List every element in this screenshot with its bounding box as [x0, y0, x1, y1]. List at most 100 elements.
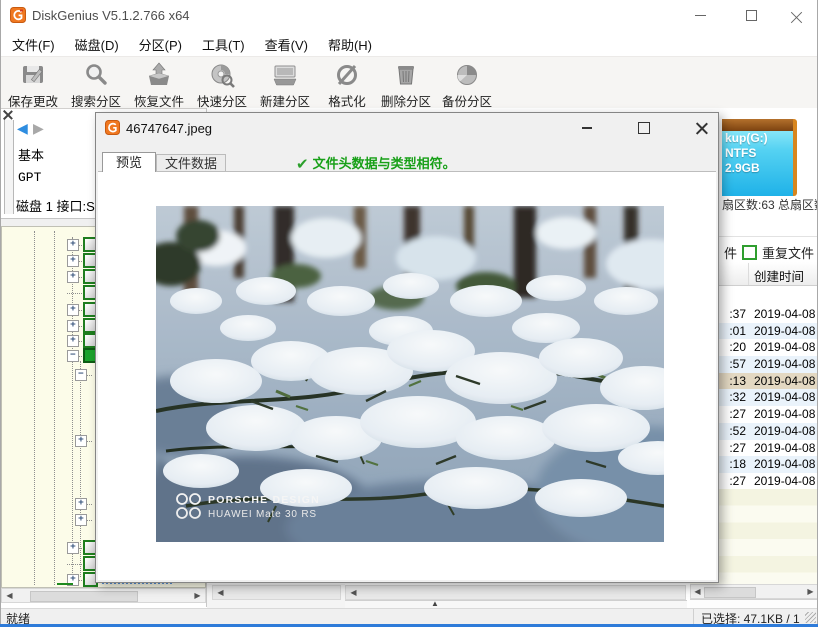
file-date: 2019-04-08 [754, 306, 815, 323]
tree-expand-toggle[interactable] [75, 498, 87, 510]
new-partition-icon [254, 59, 316, 91]
partition-box-g[interactable]: kup(G:) NTFS 2.9GB [722, 119, 797, 196]
file-time: :27 [716, 473, 746, 490]
file-time: :01 [716, 323, 746, 340]
recover-files-label: 恢复文件 [128, 91, 190, 110]
resize-grip-icon[interactable] [805, 612, 816, 623]
file-time: :27 [716, 440, 746, 457]
tree-expand-toggle[interactable] [67, 271, 79, 283]
tab-preview[interactable]: 预览 [102, 152, 156, 172]
dialog-minimize-button[interactable] [570, 117, 604, 139]
scroll-right-icon[interactable]: ▶ [191, 590, 204, 601]
tree-selection-mark [57, 583, 73, 585]
file-time: :27 [716, 406, 746, 423]
watermark-line1: PORSCHE DESIGN [208, 494, 320, 506]
filter-label-partial: 件 [724, 243, 737, 262]
tree-expand-toggle[interactable] [75, 514, 87, 526]
tab-file-data[interactable]: 文件数据 [156, 154, 226, 172]
toolbar: 保存更改 搜索分区 恢复文件 快速分区 新建分区 格式化 删除分区 备份分区 [0, 56, 818, 109]
watermark-line2: HUAWEI Mate 30 RS [208, 509, 317, 520]
tree-expand-toggle[interactable] [67, 304, 79, 316]
sidebar-item-gpt[interactable]: GPT [18, 170, 41, 185]
sidebar-item-disk1[interactable]: 磁盘 1 接口:S [16, 196, 95, 215]
close-icon [791, 10, 802, 21]
scrollbar-thumb[interactable] [704, 587, 756, 598]
tree-expand-toggle[interactable] [67, 350, 79, 362]
sector-info: 扇区数:63 总扇区数 [722, 196, 818, 213]
format-icon [319, 59, 375, 91]
sidebar-item-basic[interactable]: 基本 [18, 145, 44, 164]
menu-item[interactable]: 磁盘(D) [65, 30, 129, 59]
status-bar: 就绪 已选择: 47.1KB / 1 [0, 608, 818, 625]
file-date: 2019-04-08 [754, 456, 815, 473]
minimize-button[interactable] [677, 0, 723, 30]
menu-item[interactable]: 帮助(H) [318, 30, 382, 59]
quick-partition-button[interactable]: 快速分区 [191, 59, 253, 106]
preview-content: PORSCHE DESIGN HUAWEI Mate 30 RS [98, 171, 716, 580]
maximize-button[interactable] [728, 0, 774, 30]
vertical-scrollbar[interactable] [4, 120, 14, 214]
forward-arrow-icon[interactable]: ▶ [33, 121, 44, 135]
file-time: :37 [716, 306, 746, 323]
diskgenius-logo-icon [10, 7, 26, 28]
partition-name: kup(G:) [722, 131, 793, 146]
pie-icon [436, 59, 498, 91]
backup-partition-button[interactable]: 备份分区 [436, 59, 498, 106]
duplicate-files-label: 重复文件 [762, 243, 814, 262]
column-separator [748, 263, 749, 285]
search-partition-label: 搜索分区 [65, 91, 127, 110]
file-date: 2019-04-08 [754, 389, 815, 406]
recover-files-button[interactable]: 恢复文件 [128, 59, 190, 106]
file-list-horizontal-scrollbar[interactable]: ◀ ▶ [690, 584, 818, 599]
scroll-left-icon[interactable]: ◀ [691, 586, 704, 597]
status-divider [693, 609, 694, 625]
file-time: :57 [716, 356, 746, 373]
window-border-left [0, 0, 1, 624]
tree-expand-toggle[interactable] [67, 335, 79, 347]
dialog-maximize-button[interactable] [627, 117, 661, 139]
partition-box-header [722, 119, 793, 131]
file-time: :20 [716, 339, 746, 356]
save-changes-button[interactable]: 保存更改 [2, 59, 64, 106]
scroll-left-icon[interactable]: ◀ [214, 587, 227, 598]
scroll-left-icon[interactable]: ◀ [347, 587, 360, 598]
delete-partition-button[interactable]: 删除分区 [375, 59, 437, 106]
file-date: 2019-04-08 [754, 356, 815, 373]
scroll-left-icon[interactable]: ◀ [3, 590, 16, 601]
search-partition-button[interactable]: 搜索分区 [65, 59, 127, 106]
browser-horizontal-scrollbar[interactable]: ◀ [345, 585, 686, 600]
directory-horizontal-scrollbar[interactable]: ◀ [212, 585, 341, 600]
tree-expand-toggle[interactable] [75, 435, 87, 447]
tree-guide-line [54, 231, 55, 585]
file-time: :52 [716, 423, 746, 440]
tree-expand-toggle[interactable] [67, 239, 79, 251]
tree-guide-line [34, 231, 35, 585]
menu-item[interactable]: 分区(P) [129, 30, 192, 59]
format-button[interactable]: 格式化 [319, 59, 375, 106]
scroll-right-icon[interactable]: ▶ [804, 586, 817, 597]
scrollbar-thumb[interactable] [30, 591, 138, 602]
file-date: 2019-04-08 [754, 373, 815, 390]
menu-item[interactable]: 查看(V) [255, 30, 318, 59]
save-changes-label: 保存更改 [2, 91, 64, 110]
dialog-title: 46747647.jpeg [126, 121, 212, 136]
menu-bar: 文件(F)磁盘(D)分区(P)工具(T)查看(V)帮助(H) [2, 30, 818, 56]
new-partition-button[interactable]: 新建分区 [254, 59, 316, 106]
titlebar: DiskGenius V5.1.2.766 x64 [0, 0, 818, 30]
column-header-label: 创建时间 [754, 266, 804, 285]
window-title: DiskGenius V5.1.2.766 x64 [32, 8, 190, 23]
back-arrow-icon[interactable]: ◀ [17, 121, 28, 135]
menu-item[interactable]: 工具(T) [192, 30, 255, 59]
tree-expand-toggle[interactable] [75, 369, 87, 381]
file-date: 2019-04-08 [754, 323, 815, 340]
duplicate-files-checkbox[interactable] [742, 245, 757, 260]
close-button[interactable] [774, 0, 818, 30]
tree-expand-toggle[interactable] [67, 255, 79, 267]
menu-item[interactable]: 文件(F) [2, 30, 65, 59]
tree-horizontal-scrollbar[interactable]: ◀ ▶ [1, 588, 206, 603]
disc-icon [191, 59, 253, 91]
dialog-close-button[interactable] [684, 117, 718, 139]
tree-expand-toggle[interactable] [67, 542, 79, 554]
tree-expand-toggle[interactable] [67, 320, 79, 332]
column-header-created-time[interactable]: 创建时间 [706, 262, 818, 286]
